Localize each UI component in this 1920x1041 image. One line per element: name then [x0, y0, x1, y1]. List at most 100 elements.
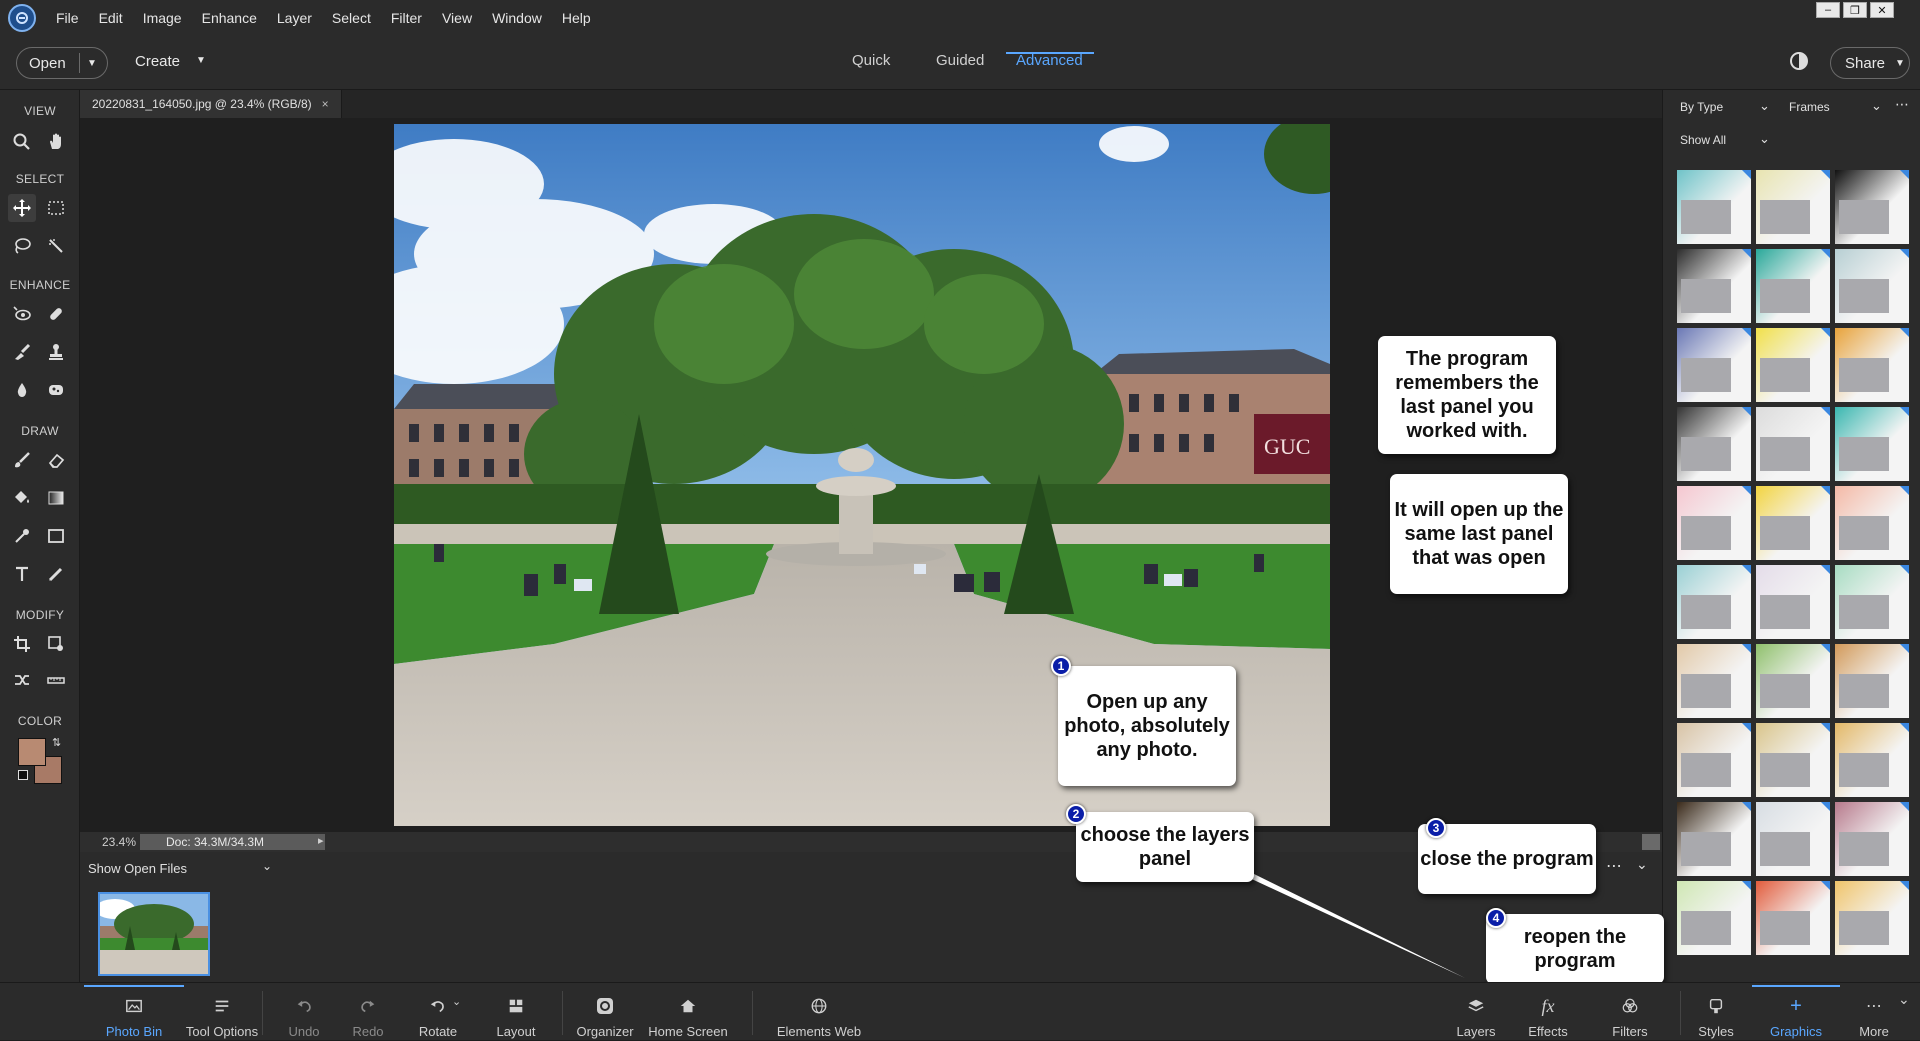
bin-dropdown-chevron-icon[interactable]: ⌄: [262, 859, 272, 873]
frame-thumbnail[interactable]: [1835, 644, 1909, 718]
zoom-level[interactable]: 23.4%: [102, 835, 136, 849]
more-button[interactable]: ⋯ More: [1846, 983, 1902, 1041]
frame-thumbnail[interactable]: [1835, 565, 1909, 639]
undo-button[interactable]: Undo: [276, 983, 332, 1041]
type-tool-icon[interactable]: [8, 560, 36, 588]
frame-thumbnail[interactable]: [1835, 486, 1909, 560]
frame-thumbnail[interactable]: [1677, 802, 1751, 876]
bin-collapse-chevron-icon[interactable]: ⌄: [1636, 856, 1648, 873]
graphics-button[interactable]: + Graphics: [1752, 983, 1840, 1041]
elements-web-button[interactable]: Elements Web: [772, 983, 866, 1041]
restore-icon[interactable]: ❐: [1843, 2, 1867, 18]
content-aware-move-tool-icon[interactable]: [8, 666, 36, 694]
menu-help[interactable]: Help: [552, 0, 601, 36]
smart-brush-tool-icon[interactable]: [8, 338, 36, 366]
frame-thumbnail[interactable]: [1756, 723, 1830, 797]
red-eye-tool-icon[interactable]: [8, 300, 36, 328]
tool-options-button[interactable]: Tool Options: [172, 983, 272, 1041]
frame-thumbnail[interactable]: [1756, 565, 1830, 639]
frame-thumbnail[interactable]: [1677, 881, 1751, 955]
panel-more-icon[interactable]: ⋯: [1895, 96, 1909, 113]
show-all-dropdown[interactable]: Show All: [1680, 133, 1726, 147]
straighten-tool-icon[interactable]: [42, 666, 70, 694]
create-button[interactable]: Create: [135, 53, 180, 70]
pencil-tool-icon[interactable]: [42, 560, 70, 588]
foreground-color-swatch[interactable]: [18, 738, 46, 766]
menu-window[interactable]: Window: [482, 0, 552, 36]
open-button[interactable]: Open ▼: [16, 47, 108, 79]
doc-size-info[interactable]: Doc: 34.3M/34.3M: [140, 834, 325, 850]
category-chevron-icon[interactable]: ⌄: [1871, 98, 1882, 114]
frame-thumbnail[interactable]: [1756, 249, 1830, 323]
blur-tool-icon[interactable]: [8, 376, 36, 404]
paint-bucket-tool-icon[interactable]: [8, 484, 36, 512]
frame-thumbnail[interactable]: [1756, 486, 1830, 560]
clone-stamp-tool-icon[interactable]: [42, 338, 70, 366]
organizer-button[interactable]: Organizer: [570, 983, 640, 1041]
frame-thumbnail[interactable]: [1835, 407, 1909, 481]
frame-thumbnail[interactable]: [1835, 802, 1909, 876]
frame-thumbnail[interactable]: [1835, 723, 1909, 797]
frame-thumbnail[interactable]: [1677, 723, 1751, 797]
menu-layer[interactable]: Layer: [267, 0, 322, 36]
menu-filter[interactable]: Filter: [381, 0, 432, 36]
frame-thumbnail[interactable]: [1677, 486, 1751, 560]
show-all-chevron-icon[interactable]: ⌄: [1759, 131, 1770, 147]
eyedropper-tool-icon[interactable]: [8, 522, 36, 550]
photo-bin-button[interactable]: Photo Bin: [84, 983, 184, 1041]
tab-advanced[interactable]: Advanced: [1016, 52, 1083, 69]
theme-toggle-icon[interactable]: [1790, 52, 1808, 70]
more-chevron-icon[interactable]: ⌄: [1898, 991, 1910, 1008]
close-window-icon[interactable]: ✕: [1870, 2, 1894, 18]
app-logo-icon[interactable]: [8, 4, 36, 32]
frame-thumbnail[interactable]: [1756, 644, 1830, 718]
rotate-button[interactable]: Rotate: [410, 983, 466, 1041]
frame-thumbnail[interactable]: [1677, 249, 1751, 323]
redo-button[interactable]: Redo: [340, 983, 396, 1041]
marquee-tool-icon[interactable]: [42, 194, 70, 222]
bin-more-icon[interactable]: ⋯: [1606, 856, 1623, 876]
sponge-tool-icon[interactable]: [42, 376, 70, 404]
tab-guided[interactable]: Guided: [936, 52, 984, 69]
frame-thumbnail[interactable]: [1756, 407, 1830, 481]
create-chevron-icon[interactable]: ▼: [196, 55, 206, 66]
minimize-icon[interactable]: –: [1816, 2, 1840, 18]
eraser-tool-icon[interactable]: [42, 446, 70, 474]
rotate-chevron-icon[interactable]: ⌄: [452, 995, 461, 1008]
tab-quick[interactable]: Quick: [852, 52, 890, 69]
status-arrow-icon[interactable]: ▸: [318, 834, 324, 847]
move-tool-icon[interactable]: [8, 194, 36, 222]
quick-selection-tool-icon[interactable]: [42, 232, 70, 260]
recompose-tool-icon[interactable]: [42, 630, 70, 658]
frame-thumbnail[interactable]: [1677, 328, 1751, 402]
frame-thumbnail[interactable]: [1677, 407, 1751, 481]
filters-button[interactable]: Filters: [1600, 983, 1660, 1041]
show-open-files-dropdown[interactable]: Show Open Files: [88, 861, 187, 876]
crop-tool-icon[interactable]: [8, 630, 36, 658]
gradient-tool-icon[interactable]: [42, 484, 70, 512]
spot-healing-tool-icon[interactable]: [42, 300, 70, 328]
menu-enhance[interactable]: Enhance: [192, 0, 267, 36]
default-colors-icon[interactable]: [18, 770, 28, 780]
menu-select[interactable]: Select: [322, 0, 381, 36]
close-tab-icon[interactable]: ×: [322, 97, 329, 111]
frame-thumbnail[interactable]: [1677, 644, 1751, 718]
menu-edit[interactable]: Edit: [89, 0, 133, 36]
menu-image[interactable]: Image: [133, 0, 192, 36]
frame-thumbnail[interactable]: [1835, 249, 1909, 323]
frame-thumbnail[interactable]: [1835, 881, 1909, 955]
layout-button[interactable]: Layout: [488, 983, 544, 1041]
swap-colors-icon[interactable]: ⇅: [52, 736, 61, 749]
layers-button[interactable]: Layers: [1446, 983, 1506, 1041]
filter-by-dropdown[interactable]: By Type: [1680, 100, 1723, 114]
frame-thumbnail[interactable]: [1756, 881, 1830, 955]
share-button[interactable]: Share ▼: [1830, 47, 1910, 79]
lasso-tool-icon[interactable]: [8, 232, 36, 260]
open-file-thumbnail[interactable]: [98, 892, 210, 976]
frame-thumbnail[interactable]: [1756, 328, 1830, 402]
brush-tool-icon[interactable]: [8, 446, 36, 474]
styles-button[interactable]: Styles: [1686, 983, 1746, 1041]
home-screen-button[interactable]: Home Screen: [646, 983, 730, 1041]
shape-tool-icon[interactable]: [42, 522, 70, 550]
menu-file[interactable]: File: [46, 0, 89, 36]
